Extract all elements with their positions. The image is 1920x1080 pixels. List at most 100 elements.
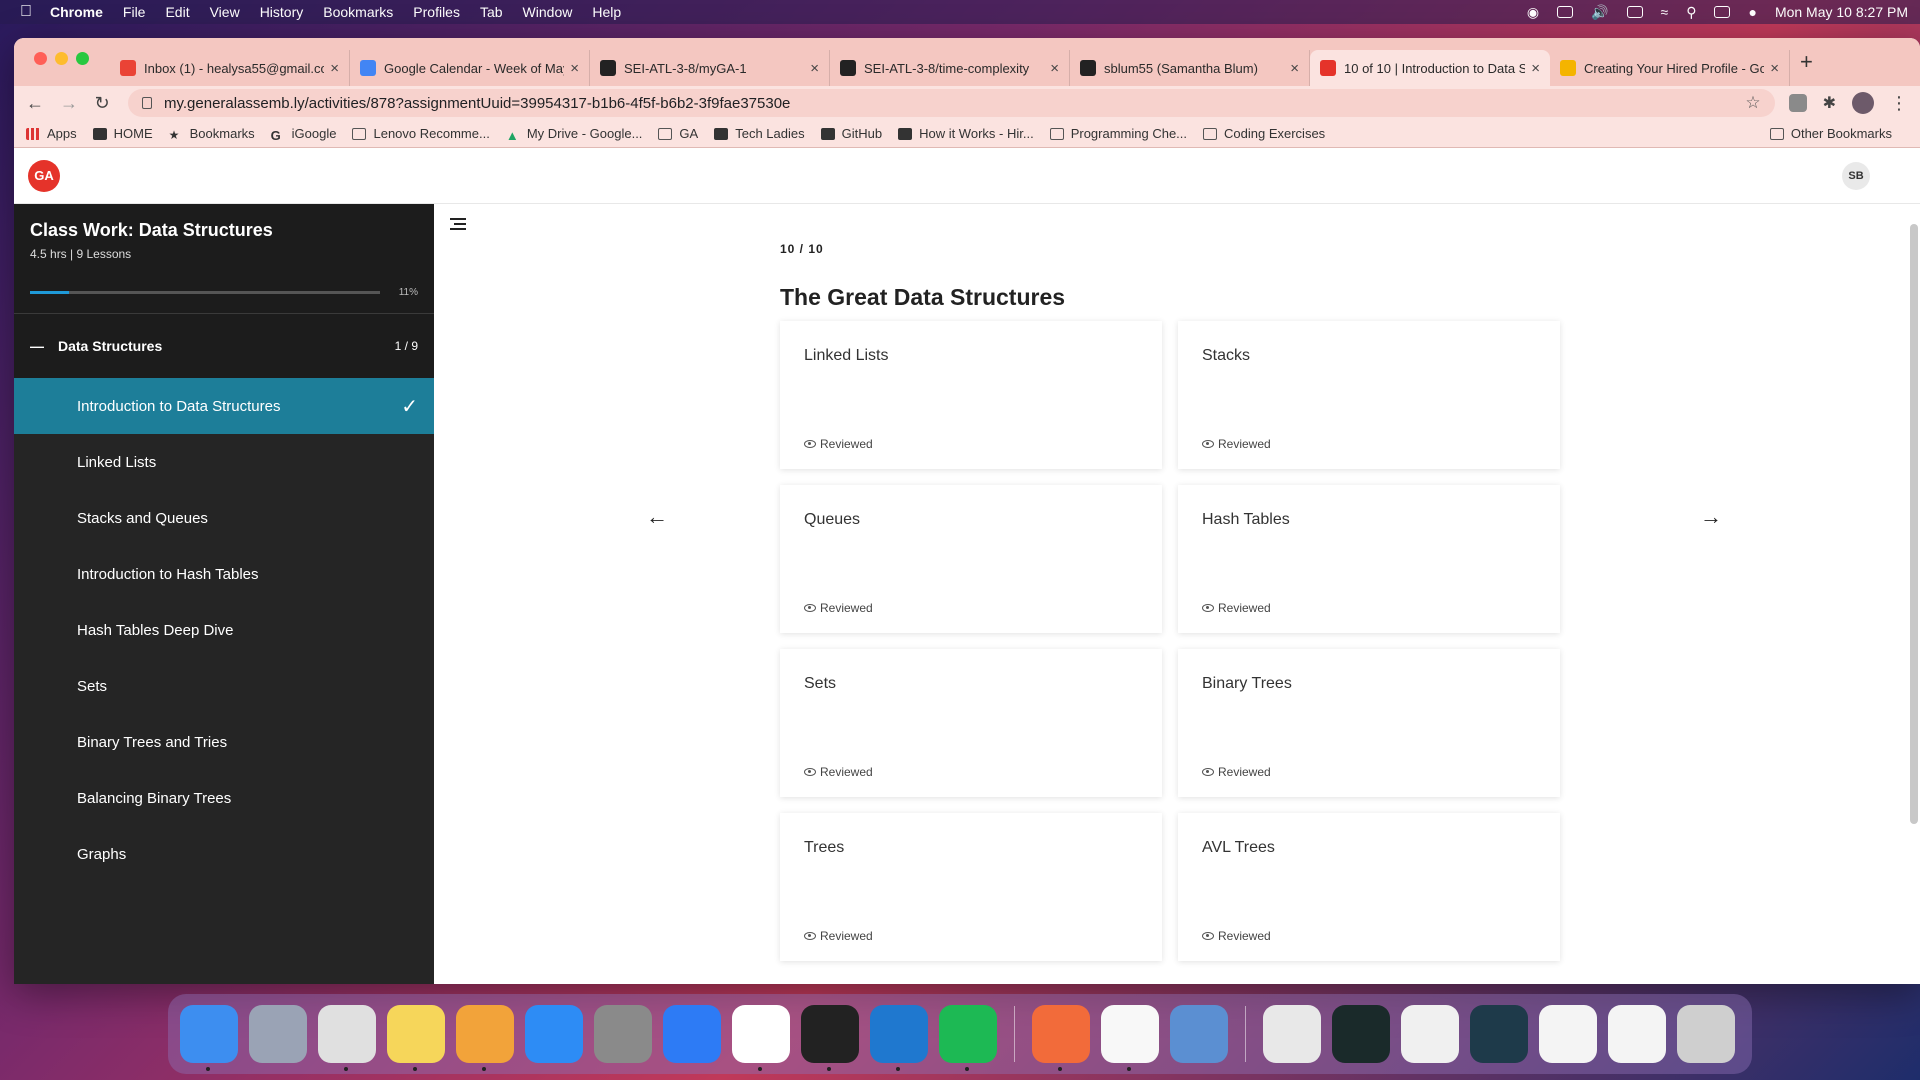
browser-tab[interactable]: SEI-ATL-3-8/myGA-1 ×: [590, 50, 830, 86]
bookmark-item[interactable]: GitHub: [820, 126, 882, 141]
trash-icon[interactable]: [1677, 1005, 1735, 1063]
close-tab-icon[interactable]: ×: [330, 60, 339, 77]
previous-arrow-icon[interactable]: ←: [646, 504, 668, 530]
bookmark-item[interactable]: GiGoogle: [271, 126, 337, 143]
bookmark-item[interactable]: HOME: [92, 126, 153, 141]
notes-icon[interactable]: [387, 1005, 445, 1071]
forward-button[interactable]: →: [60, 93, 78, 114]
zoom-icon[interactable]: [663, 1005, 721, 1063]
extension-icon[interactable]: [1788, 94, 1807, 112]
browser-tab[interactable]: sblum55 (Samantha Blum) ×: [1070, 50, 1310, 86]
menu-file[interactable]: File: [123, 4, 146, 20]
bookmark-item[interactable]: Tech Ladies: [714, 126, 805, 141]
address-text[interactable]: my.generalassemb.ly/activities/878?assig…: [164, 95, 790, 112]
window-thumbnail-5-icon[interactable]: [1608, 1005, 1666, 1063]
browser-tab[interactable]: Creating Your Hired Profile - Google ×: [1550, 50, 1790, 86]
section-header[interactable]: — Data Structures 1 / 9: [14, 314, 434, 378]
bookmark-item[interactable]: How it Works - Hir...: [898, 126, 1034, 141]
close-window-button[interactable]: [34, 52, 47, 65]
screen-record-icon[interactable]: ◉: [1527, 4, 1539, 21]
lesson-item[interactable]: Linked Lists: [14, 434, 434, 490]
preview-icon[interactable]: [1170, 1005, 1228, 1063]
siri-icon[interactable]: ●: [1748, 4, 1756, 20]
structure-card[interactable]: Stacks Reviewed: [1178, 321, 1560, 469]
spotify-icon[interactable]: [939, 1005, 997, 1071]
structure-card[interactable]: Queues Reviewed: [780, 485, 1162, 633]
reload-button[interactable]: ↻: [94, 93, 110, 114]
menu-window[interactable]: Window: [523, 4, 573, 20]
clock[interactable]: Mon May 10 8:27 PM: [1775, 4, 1908, 20]
battery-icon[interactable]: [1626, 6, 1643, 18]
lock-icon[interactable]: [142, 97, 152, 109]
app-store-icon[interactable]: [525, 1005, 583, 1063]
minimize-window-button[interactable]: [55, 52, 68, 65]
volume-icon[interactable]: 🔊: [1591, 4, 1608, 21]
wifi-icon[interactable]: ≈: [1661, 4, 1669, 20]
lesson-item[interactable]: Balancing Binary Trees: [14, 770, 434, 826]
next-arrow-icon[interactable]: →: [1700, 504, 1722, 530]
zoom-window-button[interactable]: [76, 52, 89, 65]
chrome-icon[interactable]: [318, 1005, 376, 1071]
new-tab-button[interactable]: +: [1800, 49, 1813, 75]
browser-tab[interactable]: SEI-ATL-3-8/time-complexity ×: [830, 50, 1070, 86]
lesson-item[interactable]: Stacks and Queues: [14, 490, 434, 546]
browser-tab[interactable]: Inbox (1) - healysa55@gmail.com ×: [110, 50, 350, 86]
menu-tab[interactable]: Tab: [480, 4, 503, 20]
sidebar-toggle-icon[interactable]: [450, 218, 466, 233]
finder-icon[interactable]: [180, 1005, 238, 1071]
ga-logo[interactable]: GA: [28, 159, 60, 192]
browser-tab[interactable]: Google Calendar - Week of May ×: [350, 50, 590, 86]
lesson-item[interactable]: Introduction to Hash Tables: [14, 546, 434, 602]
structure-card[interactable]: Binary Trees Reviewed: [1178, 649, 1560, 797]
spotlight-icon[interactable]: ⚲: [1686, 4, 1696, 21]
menu-view[interactable]: View: [210, 4, 240, 20]
profile-avatar[interactable]: [1852, 92, 1874, 114]
structure-card[interactable]: Hash Tables Reviewed: [1178, 485, 1560, 633]
menu-help[interactable]: Help: [592, 4, 621, 20]
terminal-icon[interactable]: [801, 1005, 859, 1071]
document-stack-icon[interactable]: [1263, 1005, 1321, 1063]
postman-icon[interactable]: [1032, 1005, 1090, 1071]
vscode-icon[interactable]: [870, 1005, 928, 1071]
close-tab-icon[interactable]: ×: [1531, 60, 1540, 77]
window-thumbnail-3-icon[interactable]: [1470, 1005, 1528, 1063]
menu-edit[interactable]: Edit: [165, 4, 189, 20]
window-thumbnail-1-icon[interactable]: [1332, 1005, 1390, 1063]
close-tab-icon[interactable]: ×: [1050, 60, 1059, 77]
other-bookmarks[interactable]: Other Bookmarks: [1769, 126, 1892, 141]
extensions-puzzle-icon[interactable]: ✱: [1823, 93, 1836, 113]
control-center-icon[interactable]: [1714, 6, 1731, 18]
address-bar[interactable]: my.generalassemb.ly/activities/878?assig…: [128, 89, 1775, 117]
lesson-item[interactable]: Introduction to Data Structures ✓: [14, 378, 434, 434]
bookmark-item[interactable]: ▲ My Drive - Google...: [506, 126, 643, 143]
pages-icon[interactable]: [456, 1005, 514, 1071]
lesson-item[interactable]: Sets: [14, 658, 434, 714]
menu-profiles[interactable]: Profiles: [413, 4, 460, 20]
scrollbar[interactable]: [1910, 224, 1918, 824]
slack-icon[interactable]: [732, 1005, 790, 1071]
bookmark-item[interactable]: Coding Exercises: [1203, 126, 1325, 141]
structure-card[interactable]: Linked Lists Reviewed: [780, 321, 1162, 469]
window-thumbnail-2-icon[interactable]: [1401, 1005, 1459, 1063]
launchpad-icon[interactable]: [249, 1005, 307, 1063]
lesson-item[interactable]: Binary Trees and Tries: [14, 714, 434, 770]
back-button[interactable]: ←: [26, 93, 44, 114]
system-preferences-icon[interactable]: [594, 1005, 652, 1063]
bookmark-star-icon[interactable]: ☆: [1745, 93, 1760, 113]
browser-tab[interactable]: 10 of 10 | Introduction to Data Structur…: [1310, 50, 1550, 86]
menu-bookmarks[interactable]: Bookmarks: [323, 4, 393, 20]
collapse-icon[interactable]: —: [30, 338, 44, 354]
photos-icon[interactable]: [1101, 1005, 1159, 1071]
close-tab-icon[interactable]: ×: [1290, 60, 1299, 77]
bookmark-item[interactable]: ★ Bookmarks: [169, 126, 255, 142]
bookmark-item[interactable]: Programming Che...: [1049, 126, 1187, 141]
structure-card[interactable]: Sets Reviewed: [780, 649, 1162, 797]
close-tab-icon[interactable]: ×: [1770, 60, 1779, 77]
structure-card[interactable]: Trees Reviewed: [780, 813, 1162, 961]
close-tab-icon[interactable]: ×: [810, 60, 819, 77]
display-icon[interactable]: [1557, 6, 1574, 18]
bookmark-item[interactable]: Apps: [26, 126, 77, 141]
close-tab-icon[interactable]: ×: [570, 60, 579, 77]
apple-menu-icon[interactable]: : [20, 3, 32, 21]
bookmark-item[interactable]: Lenovo Recomme...: [352, 126, 490, 141]
